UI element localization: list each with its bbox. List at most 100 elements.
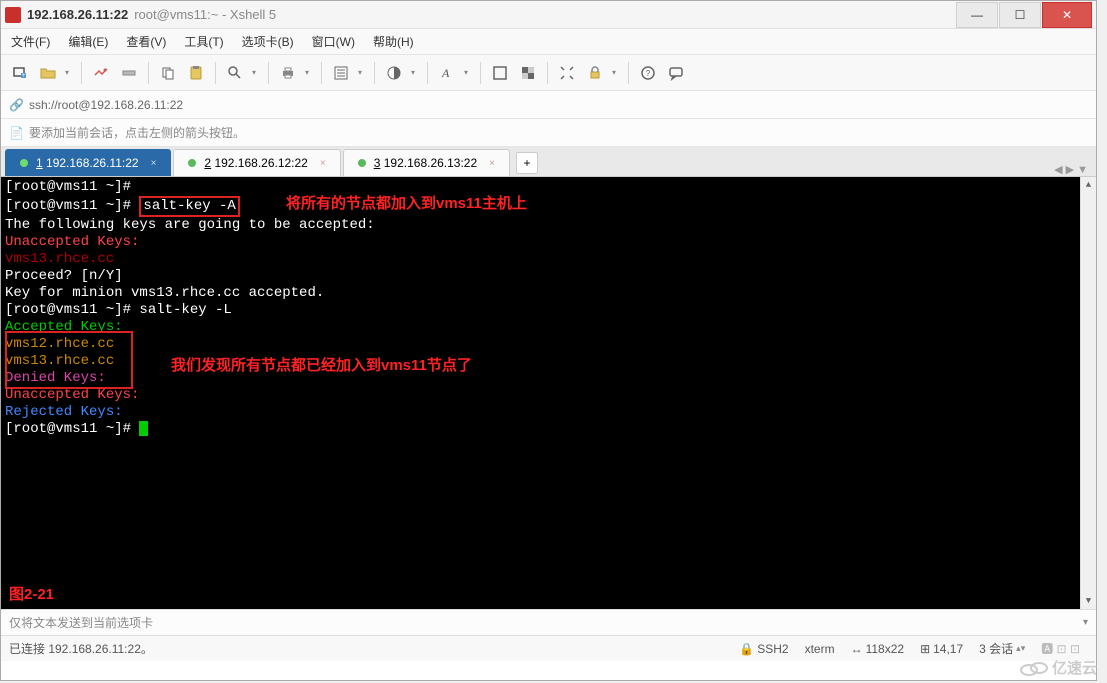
tab-close-icon[interactable]: ×	[489, 158, 495, 169]
scroll-up-icon[interactable]: ▲	[1081, 177, 1096, 193]
transparent-icon[interactable]	[517, 62, 539, 84]
menubar: 文件(F) 编辑(E) 查看(V) 工具(T) 选项卡(B) 窗口(W) 帮助(…	[1, 29, 1096, 55]
terminal-line: Key for minion vms13.rhce.cc accepted.	[5, 285, 1092, 302]
menu-file[interactable]: 文件(F)	[9, 31, 52, 52]
find-dropdown[interactable]: ▾	[252, 62, 260, 84]
window-controls: — ☐ ✕	[955, 2, 1092, 28]
addressbar: 🔗 ssh://root@192.168.26.11:22	[1, 91, 1096, 119]
menu-edit[interactable]: 编辑(E)	[66, 31, 110, 52]
copy-icon[interactable]	[157, 62, 179, 84]
terminal-line: [root@vms11 ~]# salt-key -A	[5, 196, 1092, 217]
tab-close-icon[interactable]: ×	[151, 158, 157, 169]
terminal-line: Denied Keys:	[5, 370, 1092, 387]
terminal-line: [root@vms11 ~]# salt-key -L	[5, 302, 1092, 319]
terminal-scrollbar[interactable]: ▲ ▼	[1080, 177, 1096, 609]
status-dot-icon	[20, 159, 28, 167]
menu-help[interactable]: 帮助(H)	[371, 31, 416, 52]
paste-icon[interactable]	[185, 62, 207, 84]
app-window: 192.168.26.11:22 root@vms11:~ - Xshell 5…	[0, 0, 1097, 681]
terminal-line: [root@vms11 ~]#	[5, 421, 1092, 438]
address-text[interactable]: ssh://root@192.168.26.11:22	[29, 98, 183, 112]
annotation-text: 我们发现所有节点都已经加入到vms11节点了	[171, 357, 472, 374]
send-input[interactable]: 仅将文本发送到当前选项卡	[9, 614, 1083, 631]
status-connection: 已连接 192.168.26.11:22。	[9, 640, 731, 657]
figure-caption: 图2-21	[9, 586, 54, 603]
properties-dropdown[interactable]: ▾	[358, 62, 366, 84]
font-dropdown[interactable]: ▾	[464, 62, 472, 84]
tab-session-1[interactable]: 1 192.168.26.11:22 ×	[5, 149, 171, 176]
highlight-box	[5, 331, 133, 389]
open-session-icon[interactable]	[37, 62, 59, 84]
command-highlight-box: salt-key -A	[139, 196, 239, 217]
disconnect-icon[interactable]	[118, 62, 140, 84]
terminal-line: vms13.rhce.cc	[5, 251, 1092, 268]
colorscheme-dropdown[interactable]: ▾	[411, 62, 419, 84]
status-dot-icon	[188, 159, 196, 167]
tab-add-button[interactable]: +	[516, 152, 538, 174]
print-icon[interactable]	[277, 62, 299, 84]
sessions-arrows-icon[interactable]: ▴▾	[1016, 643, 1025, 654]
colorscheme-icon[interactable]	[383, 62, 405, 84]
terminal-line: vms13.rhce.cc	[5, 353, 1092, 370]
terminal-line: Accepted Keys:	[5, 319, 1092, 336]
menu-tools[interactable]: 工具(T)	[182, 31, 225, 52]
reconnect-icon[interactable]	[90, 62, 112, 84]
titlebar: 192.168.26.11:22 root@vms11:~ - Xshell 5…	[1, 1, 1096, 29]
menu-window[interactable]: 窗口(W)	[310, 31, 357, 52]
lock-dropdown[interactable]: ▾	[612, 62, 620, 84]
input-bar: 仅将文本发送到当前选项卡 ▾	[1, 609, 1096, 635]
size-icon: ↔	[851, 642, 863, 656]
terminal-line: Unaccepted Keys:	[5, 387, 1092, 404]
tab-nav-buttons[interactable]: ◀ ▶ ▼	[1046, 163, 1096, 176]
status-caps: 🅰 ⊡ ⊡	[1033, 640, 1088, 657]
maximize-button[interactable]: ☐	[999, 2, 1041, 28]
tab-close-icon[interactable]: ×	[320, 158, 326, 169]
pos-icon: ⊞	[920, 642, 930, 656]
annotation-text: 将所有的节点都加入到vms11主机上	[286, 195, 527, 212]
svg-text:+: +	[22, 73, 26, 79]
title-host: 192.168.26.11:22	[27, 7, 128, 22]
close-button[interactable]: ✕	[1042, 2, 1092, 28]
title-subtitle: root@vms11:~ - Xshell 5	[134, 7, 276, 22]
status-term: xterm	[797, 642, 843, 656]
terminal-line: [root@vms11 ~]#	[5, 179, 1092, 196]
tab-session-2[interactable]: 2 192.168.26.12:22 ×	[173, 149, 340, 176]
ssh-icon: 🔒	[739, 642, 754, 656]
tipbar: 📄 要添加当前会话，点击左侧的箭头按钮。	[1, 119, 1096, 147]
statusbar: 已连接 192.168.26.11:22。 🔒SSH2 xterm ↔118x2…	[1, 635, 1096, 661]
lock-icon[interactable]	[584, 62, 606, 84]
status-dot-icon	[358, 159, 366, 167]
app-icon	[5, 7, 21, 23]
terminal[interactable]: [root@vms11 ~]# [root@vms11 ~]# salt-key…	[1, 177, 1096, 609]
input-dropdown-icon[interactable]: ▾	[1083, 617, 1088, 628]
cursor-icon	[139, 421, 148, 436]
svg-text:A: A	[441, 66, 450, 80]
print-dropdown[interactable]: ▾	[305, 62, 313, 84]
svg-text:?: ?	[646, 69, 651, 78]
new-session-icon[interactable]: +	[9, 62, 31, 84]
properties-icon[interactable]	[330, 62, 352, 84]
expand-icon[interactable]	[556, 62, 578, 84]
bookmark-icon[interactable]: 📄	[9, 126, 23, 140]
find-icon[interactable]	[224, 62, 246, 84]
terminal-line: Rejected Keys:	[5, 404, 1092, 421]
font-icon[interactable]: A	[436, 62, 458, 84]
scroll-down-icon[interactable]: ▼	[1081, 593, 1096, 609]
tabbar: 1 192.168.26.11:22 × 2 192.168.26.12:22 …	[1, 147, 1096, 177]
menu-view[interactable]: 查看(V)	[124, 31, 168, 52]
status-ssh: 🔒SSH2	[731, 642, 796, 656]
tab-session-3[interactable]: 3 192.168.26.13:22 ×	[343, 149, 510, 176]
menu-tab[interactable]: 选项卡(B)	[240, 31, 296, 52]
help-icon[interactable]: ?	[637, 62, 659, 84]
watermark-logo: 亿速云	[1020, 657, 1097, 678]
feedback-icon[interactable]	[665, 62, 687, 84]
terminal-line: vms12.rhce.cc	[5, 336, 1092, 353]
terminal-line: Unaccepted Keys:	[5, 234, 1092, 251]
terminal-line: Proceed? [n/Y]	[5, 268, 1092, 285]
open-dropdown[interactable]: ▾	[65, 62, 73, 84]
status-sessions: 3 会话 ▴▾	[971, 640, 1033, 657]
link-icon: 🔗	[9, 98, 23, 112]
scroll-track[interactable]	[1081, 193, 1096, 593]
minimize-button[interactable]: —	[956, 2, 998, 28]
fullscreen-icon[interactable]	[489, 62, 511, 84]
